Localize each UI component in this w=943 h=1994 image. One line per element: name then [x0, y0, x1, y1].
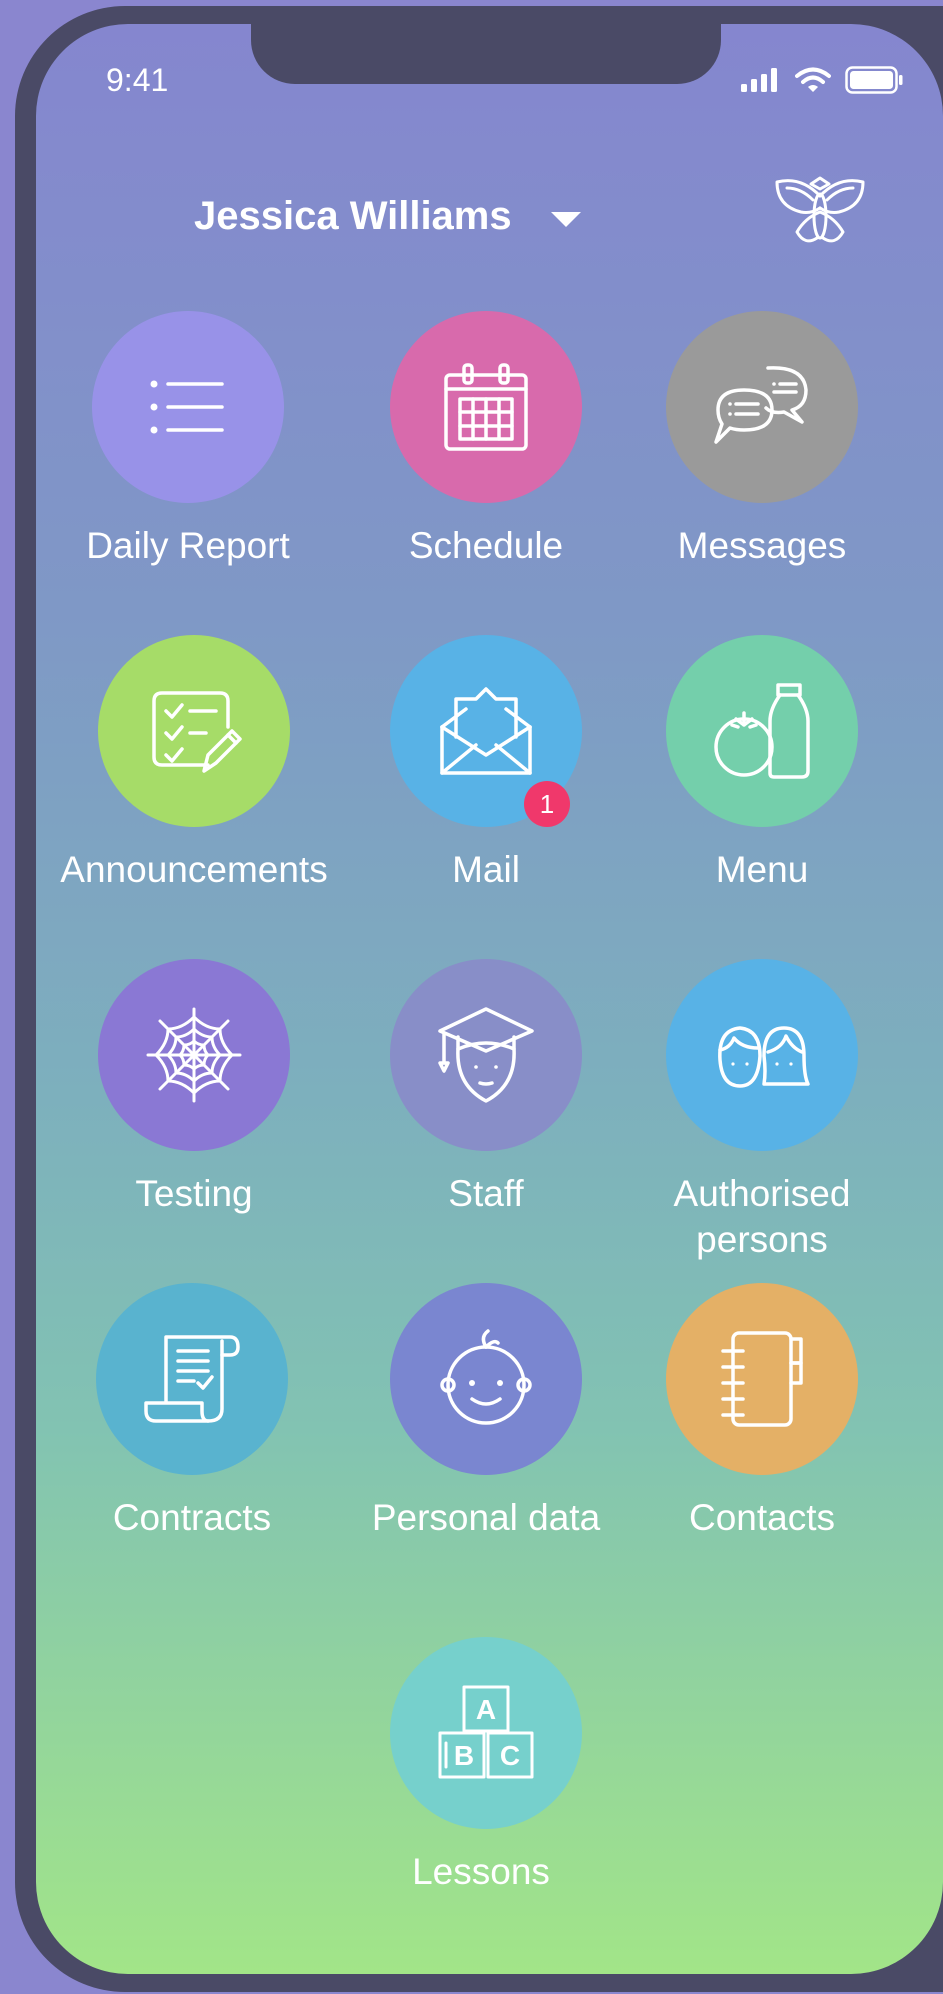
lessons-button[interactable]: A B C	[390, 1637, 582, 1829]
scroll-icon	[144, 1335, 240, 1423]
chevron-down-icon[interactable]	[551, 212, 581, 230]
tile-label: Staff	[448, 1173, 524, 1214]
chat-bubbles-icon	[714, 366, 808, 444]
status-icons	[741, 66, 903, 94]
butterfly-logo-icon	[775, 176, 865, 243]
abc-blocks-icon: A B C	[438, 1685, 534, 1779]
header: Jessica Williams	[36, 174, 943, 244]
daily-report-button[interactable]	[92, 311, 284, 503]
tile-announcements[interactable]: Announcements	[44, 635, 344, 893]
testing-button[interactable]	[98, 959, 290, 1151]
tile-messages[interactable]: Messages	[612, 311, 912, 569]
tile-contracts[interactable]: Contracts	[42, 1283, 342, 1541]
notebook-icon	[721, 1331, 803, 1427]
tile-label: Personal data	[371, 1497, 601, 1538]
announcements-button[interactable]	[98, 635, 290, 827]
tile-label: Mail	[452, 849, 520, 890]
mail-unread-badge: 1	[524, 781, 570, 827]
people-icon	[718, 1026, 810, 1088]
open-envelope-icon	[440, 687, 532, 775]
food-icon	[714, 683, 810, 779]
tile-mail[interactable]: 1 Mail	[336, 635, 636, 893]
personal-data-button[interactable]	[390, 1283, 582, 1475]
tile-label: Testing	[135, 1173, 253, 1214]
calendar-icon	[444, 363, 528, 451]
tile-lessons[interactable]: A B C Lessons	[331, 1637, 631, 1895]
tile-label: Menu	[715, 849, 809, 890]
tile-schedule[interactable]: Schedule	[336, 311, 636, 569]
block-letter-a: A	[476, 1694, 496, 1725]
checklist-icon	[152, 691, 242, 773]
user-name[interactable]: Jessica Williams	[194, 194, 512, 239]
tile-label: Authorised persons	[673, 1173, 851, 1260]
menu-button[interactable]	[666, 635, 858, 827]
graduate-icon	[438, 1007, 534, 1103]
tile-label: Schedule	[408, 525, 564, 566]
baby-face-icon	[440, 1329, 532, 1425]
signal-icon	[741, 68, 777, 92]
app-screen: 9:41 Jessica Williams Daily Report Sched…	[36, 24, 943, 1974]
tile-personal-data[interactable]: Personal data	[336, 1283, 636, 1541]
battery-icon	[845, 66, 903, 94]
schedule-button[interactable]	[390, 311, 582, 503]
tile-label: Contracts	[112, 1497, 272, 1538]
tile-label: Lessons	[412, 1851, 550, 1892]
phone-notch	[251, 24, 721, 84]
messages-button[interactable]	[666, 311, 858, 503]
spiderweb-icon	[146, 1007, 242, 1103]
tile-label: Contacts	[688, 1497, 835, 1538]
tile-label: Messages	[677, 525, 847, 566]
tile-staff[interactable]: Staff	[336, 959, 636, 1217]
authorised-persons-button[interactable]	[666, 959, 858, 1151]
tile-label: Announcements	[60, 849, 328, 890]
tile-label: Daily Report	[86, 525, 290, 566]
block-letter-c: C	[500, 1740, 520, 1771]
tile-menu[interactable]: Menu	[612, 635, 912, 893]
status-time: 9:41	[106, 62, 169, 98]
list-icon	[150, 380, 224, 434]
tile-contacts[interactable]: Contacts	[612, 1283, 912, 1541]
staff-button[interactable]	[390, 959, 582, 1151]
block-letter-b: B	[454, 1740, 474, 1771]
mail-button[interactable]: 1	[390, 635, 582, 827]
contracts-button[interactable]	[96, 1283, 288, 1475]
wifi-icon	[795, 67, 831, 92]
tile-testing[interactable]: Testing	[44, 959, 344, 1217]
tile-daily-report[interactable]: Daily Report	[38, 311, 338, 569]
contacts-button[interactable]	[666, 1283, 858, 1475]
tile-authorised-persons[interactable]: Authorised persons	[612, 959, 912, 1263]
